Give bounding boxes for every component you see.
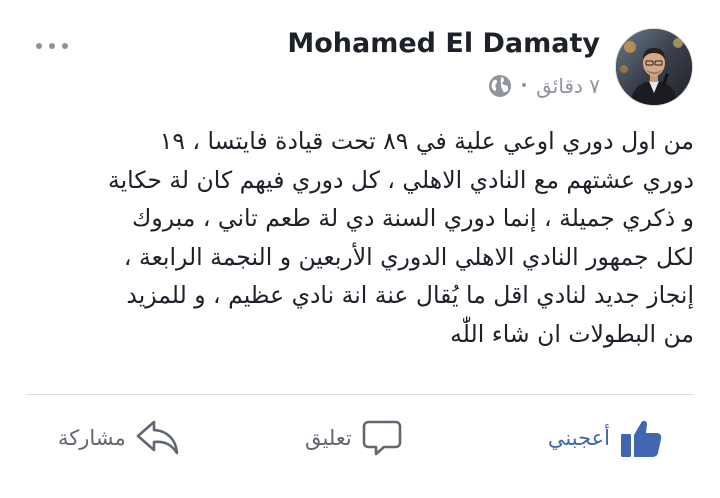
post-card: Mohamed El Damaty ٧ دقائق • من اول دوري …: [0, 0, 720, 498]
like-button[interactable]: أعجبني: [548, 406, 662, 470]
thumbs-up-icon: [620, 418, 662, 458]
post-text: من اول دوري اوعي علية في ٨٩ تحت قيادة فا…: [108, 127, 694, 348]
divider: [26, 394, 694, 395]
comment-label: تعليق: [305, 426, 352, 450]
meta-separator: •: [519, 78, 529, 94]
avatar[interactable]: [615, 28, 693, 106]
like-label: أعجبني: [547, 426, 610, 450]
avatar-image: [616, 29, 692, 105]
share-button[interactable]: مشاركة: [58, 406, 180, 470]
share-label: مشاركة: [58, 426, 126, 450]
card-bottom-edge: [0, 476, 720, 498]
more-options-icon[interactable]: [36, 40, 76, 52]
globe-icon[interactable]: [488, 74, 512, 98]
author-name[interactable]: Mohamed El Damaty: [287, 28, 600, 59]
comment-icon: [362, 419, 402, 457]
post-meta: ٧ دقائق •: [488, 72, 600, 100]
comment-button[interactable]: تعليق: [305, 406, 402, 470]
post-time[interactable]: ٧ دقائق: [536, 74, 600, 98]
share-icon: [136, 419, 180, 457]
